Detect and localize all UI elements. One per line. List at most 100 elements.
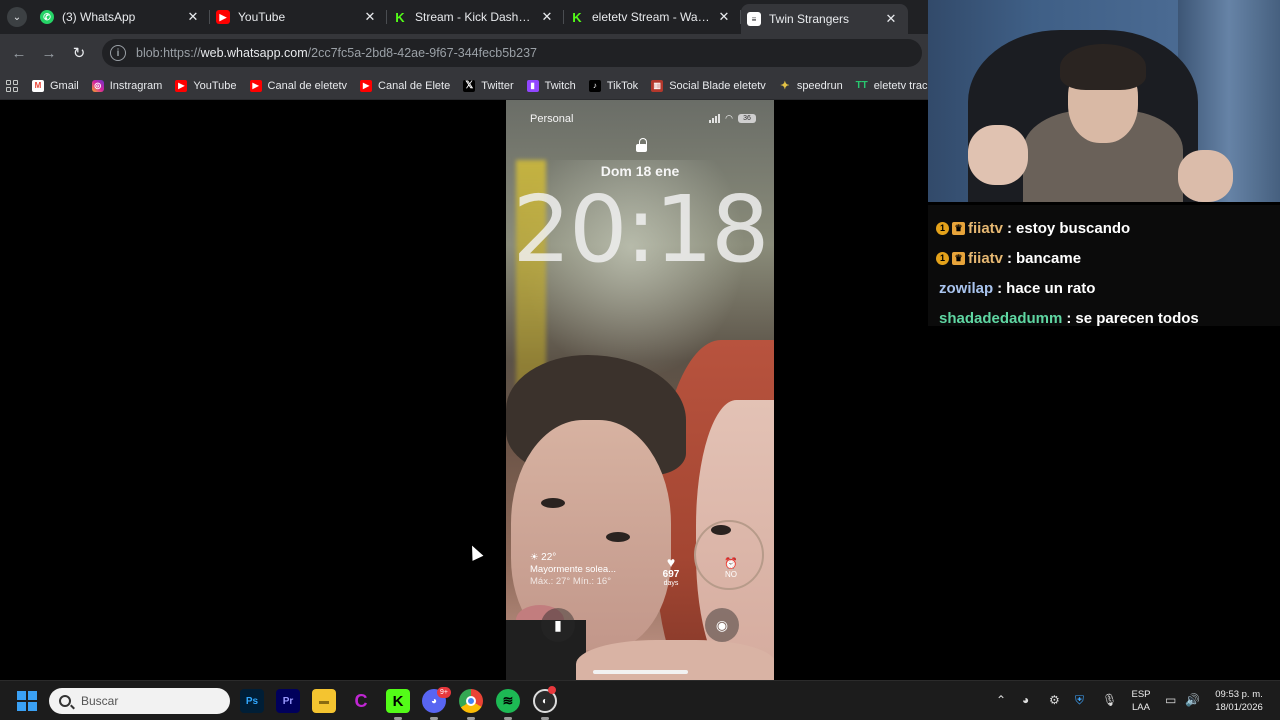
days-count: 697	[662, 569, 680, 580]
network-icon[interactable]: ▭	[1165, 693, 1176, 707]
bookmark-instagram[interactable]: ◎ Instragram	[91, 79, 162, 92]
x-icon: 𝕏	[463, 79, 476, 92]
chat-message: shadadedadumm: se parecen todos	[939, 309, 1199, 327]
system-clock[interactable]: 09:53 p. m. 18/01/2026	[1206, 688, 1272, 714]
wifi-icon: ◠	[725, 113, 733, 123]
chevron-up-icon[interactable]: ⌃	[996, 693, 1006, 707]
bookmark-canal-eletetv[interactable]: ▶ Canal de eletetv	[249, 79, 348, 92]
youtube-icon: ▶	[175, 79, 188, 92]
close-icon[interactable]: ✕	[186, 9, 200, 25]
reload-icon: ↻	[72, 45, 86, 62]
discord-tray-icon[interactable]: ◕	[1022, 693, 1029, 707]
socialblade-icon: ▥	[651, 79, 664, 92]
apps-button[interactable]	[6, 75, 18, 97]
file-explorer-icon[interactable]: ▬	[312, 689, 336, 713]
tab-search-button[interactable]: ⌄	[0, 0, 34, 34]
clock-time: 09:53 p. m.	[1215, 689, 1263, 700]
tab-twin-strangers[interactable]: ≡ Twin Strangers ✕	[741, 4, 908, 34]
url-path: /2cc7fc5a-2bd8-42ae-9f67-344fecb5b237	[307, 46, 537, 60]
chat-message: zowilap: hace un rato	[939, 279, 1096, 297]
tab-youtube[interactable]: ▶ YouTube ✕	[210, 0, 387, 34]
tab-kick-dashboard[interactable]: K Stream - Kick Dashboard ✕	[387, 0, 564, 34]
windows-start-icon[interactable]	[17, 691, 37, 711]
battery-level: 36	[743, 115, 751, 122]
arrow-right-icon: →	[41, 44, 57, 62]
home-indicator[interactable]	[593, 670, 688, 674]
recording-indicator	[548, 686, 556, 694]
crown-badge-icon: ♛	[952, 251, 965, 265]
bookmark-label: Social Blade eletetv	[669, 79, 766, 92]
youtube-icon: ▶	[360, 79, 373, 92]
chrome-icon[interactable]	[459, 689, 483, 713]
bookmarks-bar: M Gmail ◎ Instragram ▶ YouTube ▶ Canal de el…	[0, 72, 943, 100]
close-icon[interactable]: ✕	[540, 9, 554, 25]
bookmark-tiktok[interactable]: ♪ TikTok	[588, 79, 639, 92]
tab-title: Twin Strangers	[769, 12, 850, 26]
heart-icon: ♥	[666, 554, 676, 570]
bookmark-label: TikTok	[606, 79, 639, 92]
weather-condition: Mayormente solea...	[530, 564, 617, 575]
forward-button[interactable]: →	[34, 38, 64, 68]
chat-text: bancame	[1016, 249, 1082, 267]
chat-text: estoy buscando	[1016, 219, 1131, 237]
tab-kick-stream[interactable]: K eletetv Stream - Watch Liv ✕	[564, 0, 741, 34]
twin-strangers-icon: ≡	[747, 12, 761, 26]
search-placeholder: Buscar	[81, 694, 119, 708]
close-icon[interactable]: ✕	[363, 9, 377, 25]
twitch-icon: ▮	[526, 79, 539, 92]
language-code: ESP	[1131, 689, 1151, 700]
tiktok-icon: ♪	[588, 79, 601, 92]
mouse-cursor-icon	[466, 543, 484, 561]
bookmark-gmail[interactable]: M Gmail	[32, 79, 79, 92]
keyboard-layout: LAA	[1132, 702, 1150, 713]
chat-text: se parecen todos	[1075, 309, 1199, 327]
tab-whatsapp[interactable]: ✆ (3) WhatsApp ✕	[34, 0, 210, 34]
battery-icon: 36	[738, 114, 756, 123]
flashlight-button[interactable]: ▮	[541, 608, 575, 642]
steam-icon[interactable]: ⚙	[1049, 693, 1060, 707]
reload-button[interactable]: ↻	[64, 38, 94, 68]
discord-notification-badge: 9+	[437, 687, 451, 698]
carrier-label: Personal	[530, 113, 574, 125]
bookmark-socialblade[interactable]: ▥ Social Blade eletetv	[651, 79, 766, 92]
camera-icon: ◉	[715, 616, 729, 633]
days-counter-widget: ♥ 697 days	[656, 555, 686, 588]
kick-icon: K	[572, 9, 582, 25]
browser-tab-bar: ⌄ ✆ (3) WhatsApp ✕ ▶ YouTube ✕ K Stream …	[0, 0, 928, 34]
kick-icon[interactable]: K	[386, 689, 410, 713]
taskbar-search[interactable]: Buscar	[49, 688, 230, 714]
whatsapp-icon: ✆	[40, 10, 54, 24]
bookmark-canal-elete[interactable]: ▶ Canal de Elete	[360, 79, 450, 92]
bookmark-label: Canal de eletetv	[267, 79, 348, 92]
chat-username: shadadedadumm	[939, 309, 1063, 327]
bookmark-twitter[interactable]: 𝕏 Twitter	[463, 79, 514, 92]
alarm-status: NO	[725, 570, 737, 579]
alarm-clock-icon: ⏰	[724, 558, 738, 570]
address-bar[interactable]: i blob:https://web.whatsapp.com/2cc7fc5a…	[102, 39, 922, 67]
windows-taskbar: Buscar Ps Pr ▬ C K ◕ 9+ ≋ ◐ ⌃ ◕ ⚙ ⛨ 🎙 ES…	[0, 680, 1280, 720]
premiere-icon[interactable]: Pr	[276, 689, 300, 713]
flashlight-icon: ▮	[554, 616, 562, 633]
sun-icon: ☀	[530, 552, 539, 563]
volume-icon[interactable]: 🔊	[1185, 693, 1200, 707]
bookmark-youtube[interactable]: ▶ YouTube	[175, 79, 237, 92]
canva-icon[interactable]: C	[349, 689, 373, 713]
spotify-icon[interactable]: ≋	[496, 689, 520, 713]
photoshop-icon[interactable]: Ps	[240, 689, 264, 713]
bookmark-speedrun[interactable]: ✦ speedrun	[779, 80, 842, 93]
camera-button[interactable]: ◉	[705, 608, 739, 642]
tab-title: Stream - Kick Dashboard	[415, 10, 534, 24]
clock-date: 18/01/2026	[1215, 702, 1263, 713]
info-icon[interactable]: i	[110, 45, 126, 61]
language-indicator[interactable]: ESP LAA	[1126, 688, 1156, 714]
youtube-icon: ▶	[216, 10, 230, 24]
youtube-icon: ▶	[249, 79, 262, 92]
close-icon[interactable]: ✕	[717, 9, 731, 25]
url-host: web.whatsapp.com	[200, 46, 308, 60]
security-icon[interactable]: ⛨	[1075, 693, 1084, 708]
microphone-icon[interactable]: 🎙	[1102, 693, 1117, 707]
close-icon[interactable]: ✕	[884, 11, 898, 27]
lock-time: 20:18	[512, 176, 769, 283]
back-button[interactable]: ←	[4, 38, 34, 68]
bookmark-twitch[interactable]: ▮ Twitch	[526, 79, 576, 92]
